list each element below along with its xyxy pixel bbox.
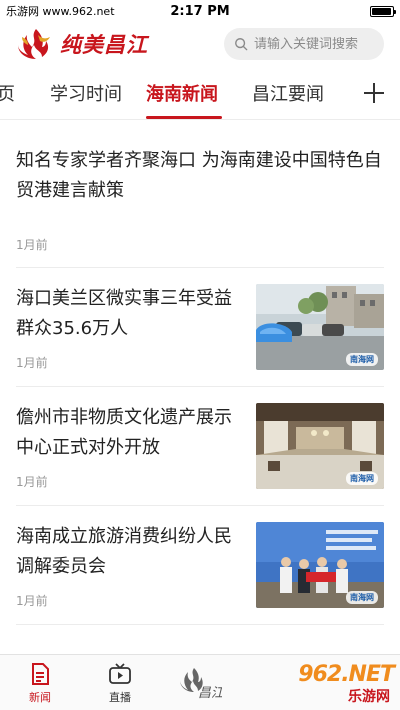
news-thumbnail: 南海网 — [256, 403, 384, 489]
site-badge-text: 962.NET — [298, 662, 395, 687]
tab-study-time[interactable]: 学习时间 — [50, 66, 122, 119]
news-thumbnail: 南海网 — [256, 522, 384, 608]
battery-icon — [370, 5, 396, 17]
site-badge-sub: 乐游网 — [348, 689, 390, 705]
nav-label: 直播 — [109, 690, 131, 704]
battery-level — [372, 7, 391, 15]
nav-live[interactable]: 直播 — [90, 655, 150, 710]
news-thumbnail: 南海网 — [256, 284, 384, 370]
channel-tabs: i页 学习时间 海南新闻 昌江要闻 — [0, 66, 400, 120]
news-title: 知名专家学者齐聚海口 为海南建设中国特色自贸港建言献策 — [16, 150, 382, 201]
tab-label: 学习时间 — [50, 84, 122, 105]
news-title: 儋州市非物质文化遗产展示中心正式对外开放 — [16, 407, 232, 458]
tab-hainan-news[interactable]: 海南新闻 — [146, 66, 218, 119]
status-bar: 乐游网 www.962.net 2:17 PM — [0, 0, 400, 22]
search-box[interactable] — [224, 28, 384, 60]
tab-home[interactable]: i页 — [0, 66, 15, 119]
nav-label: 昌江云 — [198, 686, 222, 700]
thumbnail-watermark: 南海网 — [346, 353, 378, 366]
tv-icon — [109, 662, 131, 684]
news-time: 1月前 — [16, 238, 48, 252]
search-icon — [235, 38, 248, 51]
news-time: 1月前 — [16, 594, 48, 608]
active-tab-indicator — [146, 116, 222, 119]
status-carrier: 乐游网 www.962.net — [6, 5, 115, 18]
tab-changjiang-news[interactable]: 昌江要闻 — [252, 66, 324, 119]
site-watermark-badge: 962.NET 乐游网 — [262, 660, 398, 706]
news-item[interactable]: 知名专家学者齐聚海口 为海南建设中国特色自贸港建言献策 1月前 — [16, 120, 384, 268]
add-channel-button[interactable] — [348, 66, 400, 119]
logo-flame-icon — [18, 29, 50, 59]
news-icon — [32, 662, 49, 685]
news-item[interactable]: 海南成立旅游消费纠纷人民调解委员会 1月前 南海网 — [16, 506, 384, 625]
news-time: 1月前 — [16, 356, 48, 370]
search-input[interactable] — [254, 36, 374, 52]
news-title: 海南成立旅游消费纠纷人民调解委员会 — [16, 526, 232, 577]
thumbnail-watermark: 南海网 — [346, 591, 378, 604]
news-item[interactable]: 儋州市非物质文化遗产展示中心正式对外开放 1月前 南海网 — [16, 387, 384, 506]
tab-label: i页 — [0, 80, 15, 106]
thumbnail-watermark: 南海网 — [346, 472, 378, 485]
news-time: 1月前 — [16, 475, 48, 489]
app-logo[interactable]: 纯美昌江 — [16, 27, 148, 61]
tab-label: 海南新闻 — [146, 84, 218, 105]
nav-changjiang-cloud[interactable]: 昌江云 — [170, 655, 230, 710]
news-item[interactable]: 海口美兰区微实事三年受益群众35.6万人 1月前 南海网 — [16, 268, 384, 387]
tab-label: 昌江要闻 — [252, 84, 324, 105]
news-title: 海口美兰区微实事三年受益群众35.6万人 — [16, 288, 232, 339]
header: 纯美昌江 — [0, 22, 400, 66]
changjiang-logo-icon: 昌江云 — [180, 668, 222, 700]
nav-news[interactable]: 新闻 — [10, 655, 70, 710]
logo-text: 纯美昌江 — [60, 32, 148, 57]
nav-label: 新闻 — [29, 690, 51, 704]
plus-icon — [364, 83, 384, 103]
